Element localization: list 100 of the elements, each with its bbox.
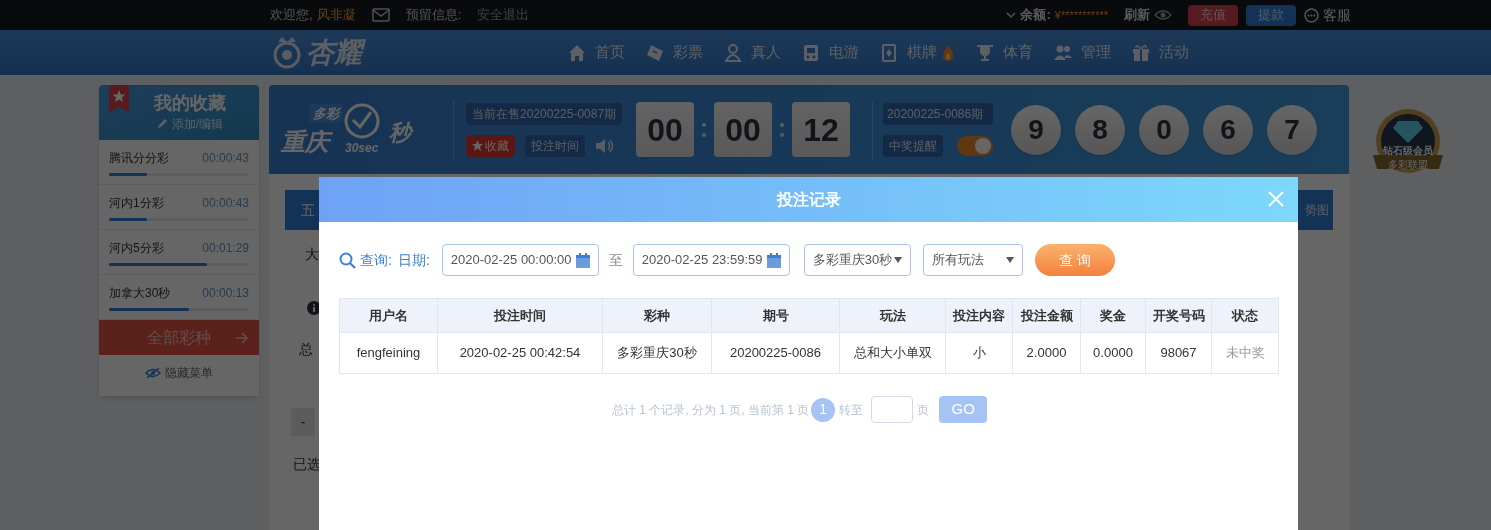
arcade-machine-icon — [801, 42, 821, 63]
logo-text: 多彩 — [309, 103, 343, 123]
nav-link[interactable]: 体育 — [975, 41, 1033, 64]
caret-down-icon — [1005, 257, 1014, 263]
nav-link[interactable]: 首页 — [567, 41, 625, 64]
table-cell: 小 — [945, 332, 1013, 374]
fire-icon — [941, 43, 955, 62]
balance-label: 余额: — [1020, 6, 1051, 25]
gift-icon — [1131, 42, 1151, 63]
countdown-time: 00:00:43 — [202, 195, 249, 212]
countdown-time: 00:00:13 — [202, 285, 249, 302]
countdown-digits: 00 — [714, 102, 773, 157]
speaker-icon — [595, 137, 615, 154]
minus-button[interactable]: - — [291, 408, 315, 436]
column-header: 投注时间 — [437, 298, 603, 333]
lottery-name: 河内5分彩 — [109, 240, 164, 257]
goto-label: 转至 — [839, 401, 864, 419]
nav-link[interactable]: 管理 — [1053, 41, 1111, 64]
logo-text: 30sec — [345, 141, 379, 154]
nav-link[interactable]: 彩票 — [645, 41, 703, 64]
countdown-digits: 12 — [792, 102, 851, 157]
pencil-icon — [156, 118, 168, 130]
win-alert-label: 中奖提醒 — [883, 134, 944, 157]
table-cell: 20200225-0086 — [711, 332, 840, 374]
column-header: 奖金 — [1080, 298, 1146, 333]
mail-icon — [371, 8, 390, 22]
trophy-icon — [975, 42, 995, 63]
nav-link[interactable]: 活动 — [1131, 41, 1189, 64]
page-unit-label: 页 — [917, 401, 930, 419]
bookmark-star-icon — [109, 85, 129, 113]
hide-menu-link[interactable]: 隐藏菜单 — [99, 355, 259, 390]
reserved-info-label: 预留信息: — [405, 6, 462, 25]
column-header: 彩种 — [602, 298, 712, 333]
playing-card-icon — [879, 42, 899, 63]
countdown-time: 00:01:29 — [202, 240, 249, 257]
caret-down-icon — [893, 257, 902, 263]
chevron-down-icon — [1006, 11, 1017, 19]
lottery-name: 腾讯分分彩 — [109, 150, 169, 167]
table-cell: 未中奖 — [1211, 332, 1279, 374]
home-icon — [567, 42, 587, 63]
query-label: 查询: — [360, 250, 392, 270]
username-link[interactable]: 风非凝 — [316, 5, 356, 25]
bet-time-button[interactable]: 投注时间 — [525, 134, 585, 157]
search-button[interactable]: 查 询 — [1034, 244, 1115, 276]
clock-icon — [343, 101, 381, 140]
column-header: 投注金额 — [1012, 298, 1081, 333]
search-icon — [339, 251, 356, 269]
column-header: 期号 — [711, 298, 840, 333]
chat-icon — [1304, 7, 1319, 23]
favorite-button[interactable]: 收藏 — [466, 134, 515, 157]
go-button[interactable]: GO — [939, 396, 988, 423]
logo-icon — [272, 35, 302, 70]
dialog-title: 投注记录 — [776, 189, 841, 210]
column-header: 状态 — [1211, 298, 1279, 333]
ticket-icon — [645, 42, 665, 63]
favorite-item[interactable]: 腾讯分分彩 00:00:43 — [99, 140, 259, 185]
calendar-icon — [575, 252, 590, 268]
option-text: 大 — [305, 245, 320, 264]
favorite-item[interactable]: 河内1分彩 00:00:43 — [99, 185, 259, 230]
badge-subtitle: 多彩联盟 — [1387, 158, 1429, 172]
date-field[interactable]: 2020-02-25 00:00:00 — [441, 244, 599, 276]
table-cell: 多彩重庆30秒 — [602, 332, 712, 374]
eye-slash-icon — [145, 366, 161, 379]
column-header: 玩法 — [839, 298, 946, 333]
lottery-name: 河内1分彩 — [109, 195, 164, 212]
countdown-time: 00:00:43 — [202, 150, 249, 167]
select-dropdown[interactable]: 所有玩法 — [922, 244, 1023, 276]
page-input[interactable] — [871, 396, 914, 423]
table-cell: 总和大小单双 — [839, 332, 946, 374]
eye-icon — [1154, 9, 1172, 21]
star-icon — [472, 140, 483, 151]
last-issue-label: 20200225-0086期 — [883, 102, 994, 125]
refresh-link[interactable]: 刷新 — [1124, 5, 1150, 25]
favorite-item[interactable]: 河内5分彩 00:01:29 — [99, 230, 259, 275]
column-header: 用户名 — [339, 298, 438, 333]
selected-text: 已选 — [293, 455, 322, 474]
date-field[interactable]: 2020-02-25 23:59:59 — [632, 244, 790, 276]
table-cell: 0.0000 — [1080, 332, 1146, 374]
win-alert-toggle[interactable] — [957, 135, 994, 156]
table-cell: fengfeining — [339, 332, 438, 374]
calendar-icon — [766, 252, 781, 268]
table-cell: 98067 — [1145, 332, 1212, 374]
option-text: 总 — [299, 340, 314, 359]
countdown-digits: 00 — [636, 102, 695, 157]
table-cell: 2.0000 — [1012, 332, 1081, 374]
badge-title: 钻石级会员 — [1382, 144, 1434, 158]
close-button[interactable] — [1266, 189, 1286, 209]
date-label: 日期: — [397, 250, 430, 270]
nav-link[interactable]: 真人 — [723, 41, 781, 64]
page-link[interactable]: 1 — [811, 397, 836, 422]
favorites-title: 我的收藏 — [154, 92, 226, 115]
person-icon — [723, 42, 743, 63]
nav-link[interactable]: 电游 — [801, 41, 859, 64]
table-cell: 2020-02-25 00:42:54 — [437, 332, 603, 374]
to-label: 至 — [608, 250, 623, 270]
nav-link[interactable]: 棋牌 — [879, 41, 955, 64]
close-icon — [1266, 189, 1286, 209]
column-header: 投注内容 — [945, 298, 1013, 333]
select-dropdown[interactable]: 多彩重庆30秒 — [803, 244, 911, 276]
customer-service-button[interactable]: 客服 — [1304, 4, 1351, 26]
